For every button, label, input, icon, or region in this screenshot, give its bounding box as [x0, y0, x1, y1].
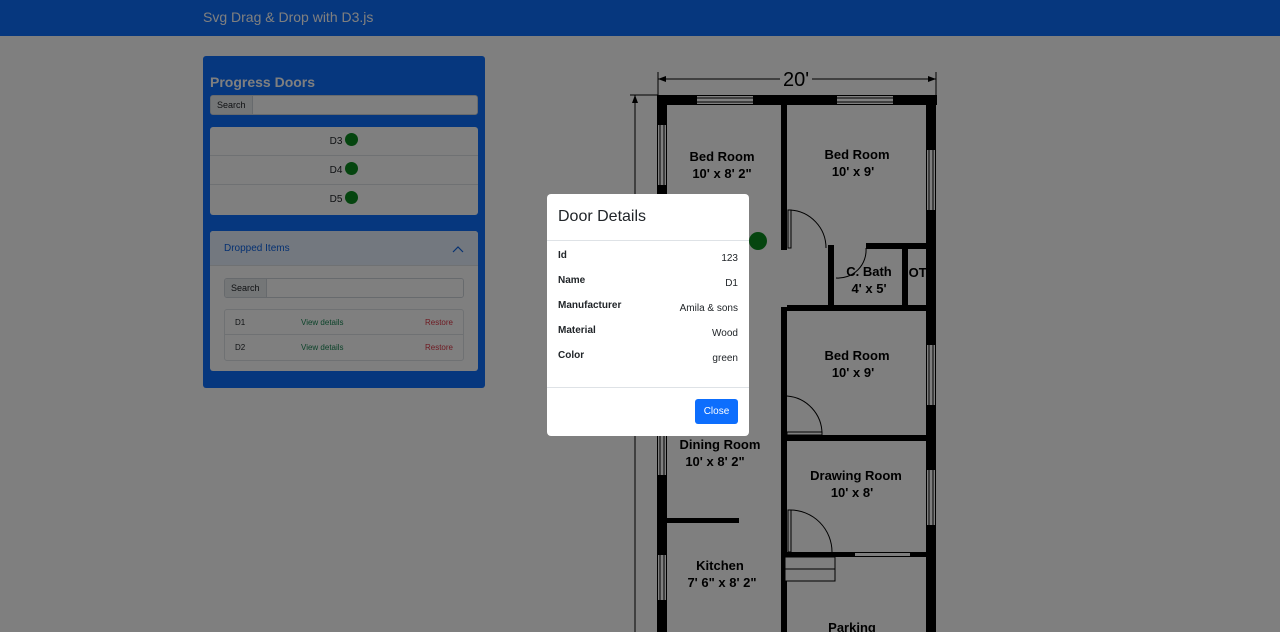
detail-label: Color: [558, 350, 585, 361]
modal-header: Door Details: [547, 194, 749, 241]
detail-label: Id: [558, 250, 567, 261]
detail-label: Name: [558, 275, 586, 286]
detail-row-id: Id 123: [558, 250, 738, 275]
detail-row-color: Color green: [558, 350, 738, 375]
detail-value: green: [712, 353, 738, 364]
door-details-modal: Door Details Id 123 Name D1 Manufacturer…: [547, 194, 749, 436]
modal-body: Id 123 Name D1 Manufacturer Amila & sons…: [547, 241, 749, 388]
detail-value: D1: [725, 278, 738, 289]
modal-footer: Close: [547, 388, 749, 435]
detail-value: 123: [721, 253, 738, 264]
detail-row-material: Material Wood: [558, 325, 738, 350]
detail-row-name: Name D1: [558, 275, 738, 300]
detail-value: Wood: [712, 328, 738, 339]
detail-label: Material: [558, 325, 596, 336]
modal-title: Door Details: [558, 208, 647, 225]
detail-row-manufacturer: Manufacturer Amila & sons: [558, 300, 738, 325]
detail-value: Amila & sons: [679, 303, 738, 314]
close-button[interactable]: Close: [695, 399, 738, 424]
detail-label: Manufacturer: [558, 300, 622, 311]
